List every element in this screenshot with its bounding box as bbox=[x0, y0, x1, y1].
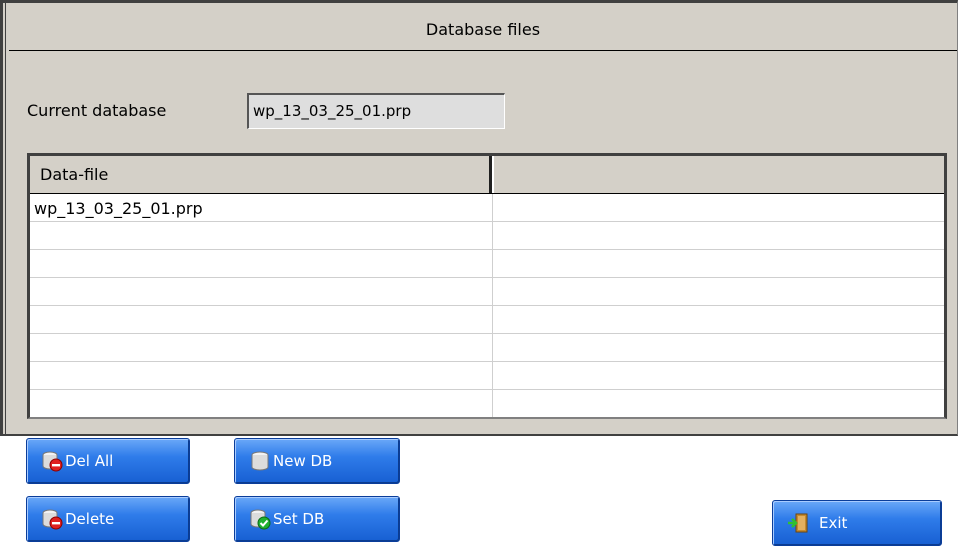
table-row[interactable] bbox=[30, 222, 944, 250]
cell-extra bbox=[493, 250, 944, 277]
table-row[interactable]: wp_13_03_25_01.prp bbox=[30, 194, 944, 222]
cell-extra bbox=[493, 222, 944, 249]
table-row[interactable] bbox=[30, 362, 944, 390]
current-database-label: Current database bbox=[27, 101, 167, 120]
cell-data-file bbox=[30, 222, 493, 249]
new-db-button[interactable]: New DB bbox=[234, 438, 400, 484]
cell-extra bbox=[493, 362, 944, 389]
column-header-data-file[interactable]: Data-file bbox=[30, 156, 492, 193]
cell-extra bbox=[493, 334, 944, 361]
cell-extra bbox=[493, 194, 944, 221]
cell-extra bbox=[493, 306, 944, 333]
table-header: Data-file bbox=[30, 156, 944, 194]
database-check-icon bbox=[250, 509, 271, 530]
table-row[interactable] bbox=[30, 334, 944, 362]
data-file-table: Data-file wp_13_03_25_01.prp bbox=[27, 153, 947, 419]
table-row[interactable] bbox=[30, 250, 944, 278]
set-db-button[interactable]: Set DB bbox=[234, 496, 400, 542]
database-delete-icon bbox=[42, 451, 63, 472]
new-db-label: New DB bbox=[273, 452, 333, 470]
current-database-field: wp_13_03_25_01.prp bbox=[247, 93, 505, 129]
cell-data-file bbox=[30, 334, 493, 361]
exit-door-icon bbox=[788, 513, 808, 533]
database-delete-icon bbox=[42, 509, 63, 530]
table-row[interactable] bbox=[30, 306, 944, 334]
cell-extra bbox=[493, 390, 944, 417]
cell-extra bbox=[493, 278, 944, 305]
del-all-button[interactable]: Del All bbox=[26, 438, 190, 484]
delete-button[interactable]: Delete bbox=[26, 496, 190, 542]
table-row[interactable] bbox=[30, 390, 944, 417]
cell-data-file: wp_13_03_25_01.prp bbox=[30, 194, 493, 221]
cell-data-file bbox=[30, 390, 493, 417]
database-files-window: Database files Current database wp_13_03… bbox=[0, 0, 958, 436]
database-icon bbox=[251, 451, 269, 471]
window-title: Database files bbox=[9, 7, 957, 51]
table-row[interactable] bbox=[30, 278, 944, 306]
cell-data-file bbox=[30, 306, 493, 333]
exit-label: Exit bbox=[819, 514, 848, 532]
set-db-label: Set DB bbox=[273, 510, 325, 528]
exit-button[interactable]: Exit bbox=[772, 500, 942, 546]
cell-data-file bbox=[30, 278, 493, 305]
cell-data-file bbox=[30, 362, 493, 389]
table-body: wp_13_03_25_01.prp bbox=[30, 194, 944, 417]
del-all-label: Del All bbox=[65, 452, 114, 470]
delete-label: Delete bbox=[65, 510, 115, 528]
column-header-empty[interactable] bbox=[492, 156, 944, 193]
cell-data-file bbox=[30, 250, 493, 277]
